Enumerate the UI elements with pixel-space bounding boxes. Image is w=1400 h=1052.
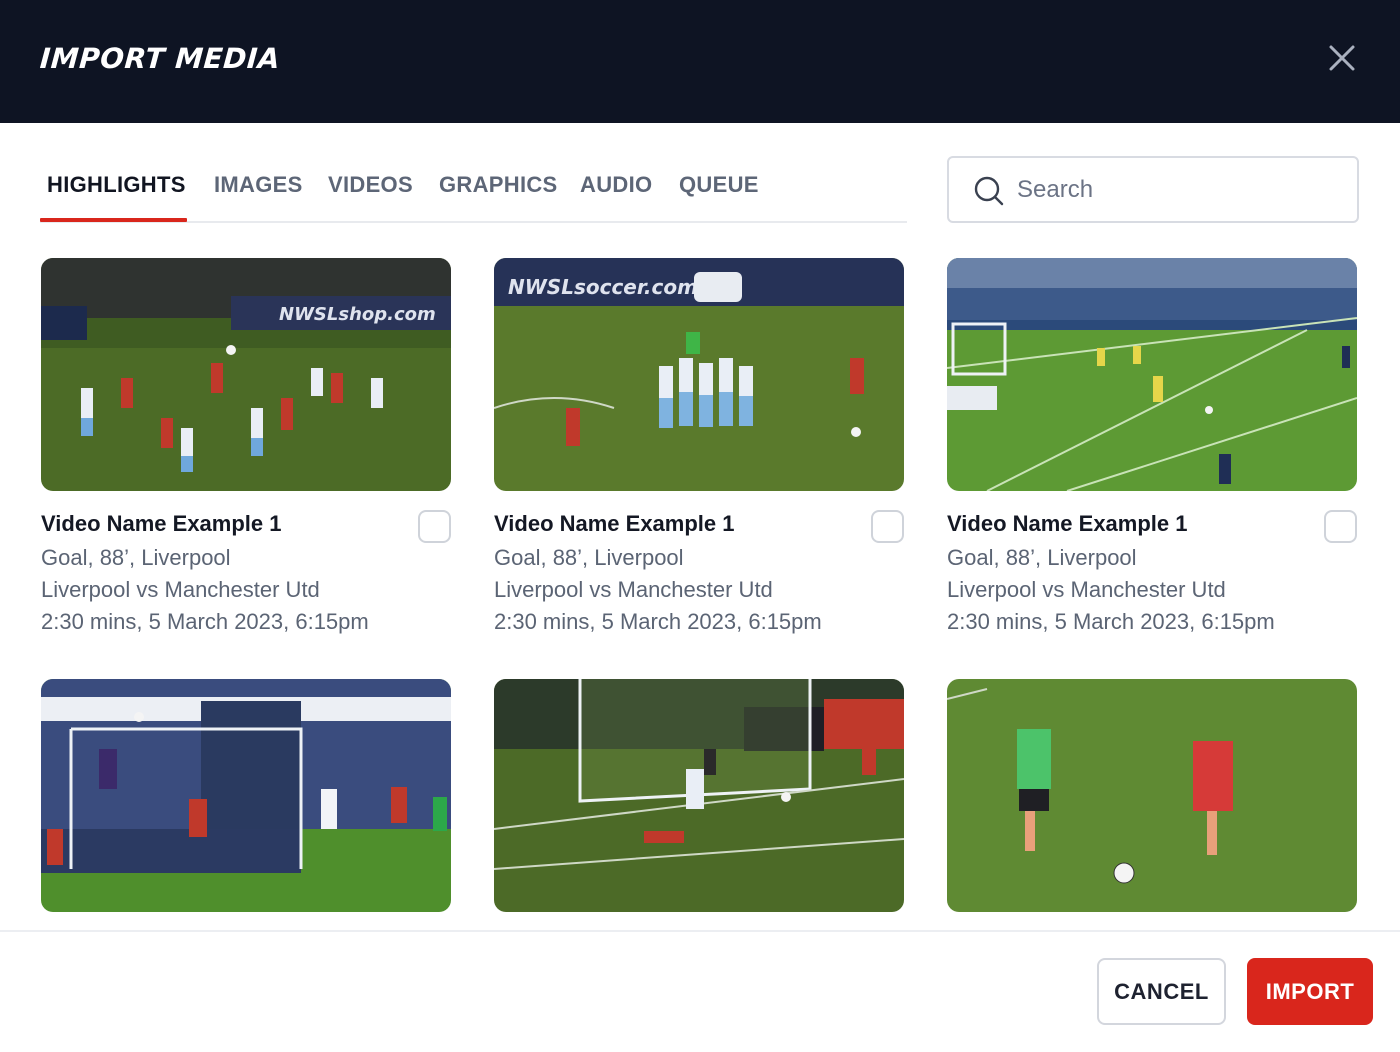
media-grid: NWSLshop.com Video Name Example 1 Goal, …	[0, 258, 1400, 930]
tab-images[interactable]: IMAGES	[214, 172, 303, 198]
media-match: Liverpool vs Manchester Utd	[41, 577, 320, 602]
media-thumbnail[interactable]	[494, 679, 904, 912]
import-button[interactable]: IMPORT	[1247, 958, 1373, 1025]
media-meta: 2:30 mins, 5 March 2023, 6:15pm	[41, 609, 369, 634]
media-select-checkbox[interactable]	[418, 510, 451, 543]
tab-highlights[interactable]: HIGHLIGHTS	[47, 172, 186, 198]
modal-title: IMPORT MEDIA	[38, 42, 282, 75]
search-icon	[973, 175, 1005, 207]
active-tab-indicator	[40, 218, 187, 222]
media-thumbnail[interactable]: NWSLshop.com	[41, 258, 451, 491]
tab-videos[interactable]: VIDEOS	[328, 172, 413, 198]
close-icon[interactable]	[1322, 38, 1362, 78]
tab-queue[interactable]: QUEUE	[679, 172, 759, 198]
media-thumbnail[interactable]	[41, 679, 451, 912]
thumbnail-banner-text: NWSLshop.com	[279, 304, 436, 325]
media-thumbnail[interactable]	[947, 258, 1357, 491]
media-match: Liverpool vs Manchester Utd	[947, 577, 1226, 602]
media-title: Video Name Example 1	[494, 511, 735, 536]
media-tabs: HIGHLIGHTS IMAGES VIDEOS GRAPHICS AUDIO …	[40, 160, 907, 223]
media-event: Goal, 88’, Liverpool	[41, 545, 231, 570]
thumbnail-banner-text: NWSLsoccer.com	[508, 275, 698, 299]
tab-audio[interactable]: AUDIO	[580, 172, 652, 198]
media-title: Video Name Example 1	[41, 511, 282, 536]
media-event: Goal, 88’, Liverpool	[947, 545, 1137, 570]
media-match: Liverpool vs Manchester Utd	[494, 577, 773, 602]
media-select-checkbox[interactable]	[871, 510, 904, 543]
footer-divider	[0, 930, 1400, 932]
search-input[interactable]	[1017, 172, 1337, 208]
cancel-button[interactable]: CANCEL	[1097, 958, 1226, 1025]
tab-graphics[interactable]: GRAPHICS	[439, 172, 558, 198]
media-title: Video Name Example 1	[947, 511, 1188, 536]
media-thumbnail[interactable]: NWSLsoccer.com	[494, 258, 904, 491]
search-box[interactable]	[947, 156, 1359, 223]
media-thumbnail[interactable]	[947, 679, 1357, 912]
modal-header: IMPORT MEDIA	[0, 0, 1400, 123]
media-meta: 2:30 mins, 5 March 2023, 6:15pm	[494, 609, 822, 634]
media-select-checkbox[interactable]	[1324, 510, 1357, 543]
media-event: Goal, 88’, Liverpool	[494, 545, 684, 570]
media-meta: 2:30 mins, 5 March 2023, 6:15pm	[947, 609, 1275, 634]
